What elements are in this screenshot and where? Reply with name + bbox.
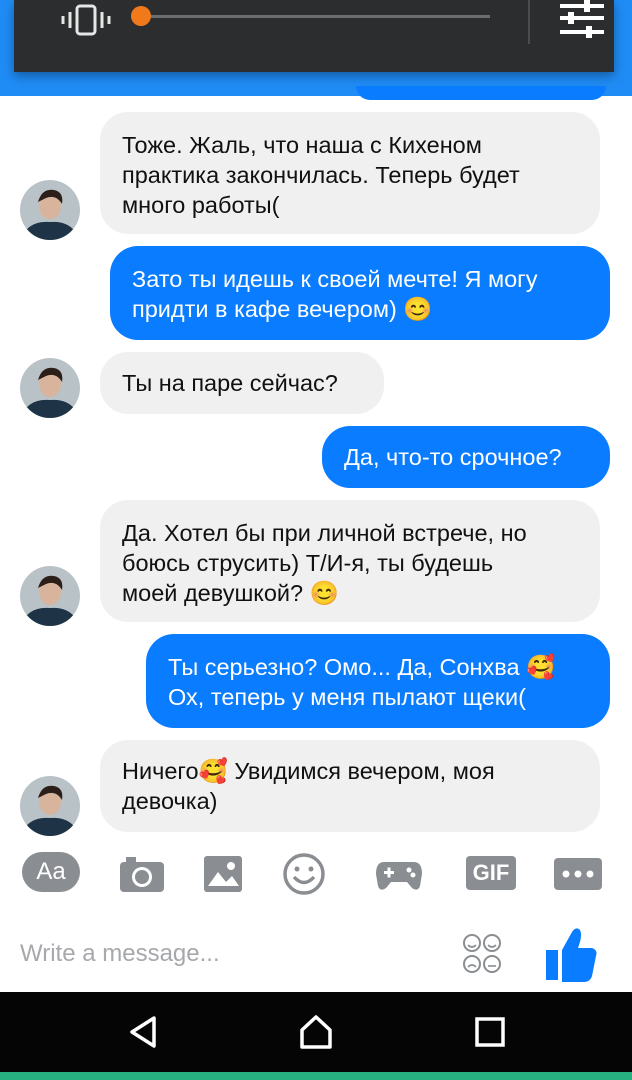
chat-screen: Тоже. Жаль, что наша с Кихеном практика … — [0, 0, 632, 1080]
bottom-edge — [0, 1072, 632, 1080]
volume-slider-track[interactable] — [140, 15, 490, 18]
more-icon[interactable] — [554, 852, 602, 896]
message-bubble-outgoing[interactable]: Да, что-то срочное? — [322, 426, 610, 488]
image-icon[interactable] — [202, 852, 244, 896]
thumbs-up-icon[interactable] — [544, 924, 598, 984]
text-format-icon: Aa — [22, 852, 80, 892]
contact-avatar-icon — [20, 566, 80, 626]
volume-overlay — [14, 0, 614, 72]
message-text: Зато ты идешь к своей мечте! Я могу прид… — [132, 266, 538, 322]
camera-icon[interactable] — [118, 852, 166, 896]
message-bubble-incoming[interactable]: Ничего🥰 Увидимся вечером, моя девочка) — [100, 740, 600, 832]
avatar[interactable] — [20, 180, 80, 240]
avatar[interactable] — [20, 566, 80, 626]
avatar[interactable] — [20, 776, 80, 836]
gif-button[interactable]: GIF — [466, 852, 516, 896]
system-navigation-bar — [0, 992, 632, 1072]
message-text: Да. Хотел бы при личной встрече, но боюс… — [122, 520, 527, 606]
stickers-icon[interactable] — [460, 932, 506, 976]
message-bubble-incoming[interactable]: Тоже. Жаль, что наша с Кихеном практика … — [100, 112, 600, 234]
message-input[interactable] — [20, 934, 440, 974]
avatar[interactable] — [20, 358, 80, 418]
text-format-button[interactable]: Aa — [22, 852, 82, 896]
gamepad-icon[interactable] — [374, 852, 424, 896]
message-text: Ты серьезно? Омо... Да, Сонхва 🥰 Ох, теп… — [168, 654, 556, 710]
contact-avatar-icon — [20, 180, 80, 240]
composer-toolbar: Aa GIF — [0, 840, 632, 912]
message-bubble-outgoing[interactable]: Зато ты идешь к своей мечте! Я могу прид… — [110, 246, 610, 340]
message-text: Да, что-то срочное? — [344, 444, 562, 470]
gif-icon: GIF — [466, 856, 516, 890]
message-bubble-incoming[interactable]: Да. Хотел бы при личной встрече, но боюс… — [100, 500, 600, 622]
message-composer — [0, 920, 632, 990]
volume-divider — [528, 0, 530, 44]
recent-apps-icon[interactable] — [470, 1012, 510, 1052]
previous-message-edge — [356, 86, 606, 100]
contact-avatar-icon — [20, 776, 80, 836]
vibrate-icon[interactable] — [58, 2, 114, 38]
message-text: Тоже. Жаль, что наша с Кихеном практика … — [122, 132, 520, 218]
emoji-icon[interactable] — [282, 852, 326, 896]
message-bubble-incoming[interactable]: Ты на паре сейчас? — [100, 352, 384, 414]
message-text: Ты на паре сейчас? — [122, 370, 338, 396]
back-icon[interactable] — [124, 1012, 164, 1052]
home-icon[interactable] — [296, 1012, 336, 1052]
message-text: Ничего🥰 Увидимся вечером, моя девочка) — [122, 758, 495, 814]
sound-settings-icon[interactable] — [554, 0, 610, 44]
gif-label: GIF — [472, 860, 510, 885]
message-bubble-outgoing[interactable]: Ты серьезно? Омо... Да, Сонхва 🥰 Ох, теп… — [146, 634, 610, 728]
contact-avatar-icon — [20, 358, 80, 418]
volume-slider-thumb[interactable] — [131, 6, 151, 26]
text-format-label: Aa — [36, 858, 66, 885]
